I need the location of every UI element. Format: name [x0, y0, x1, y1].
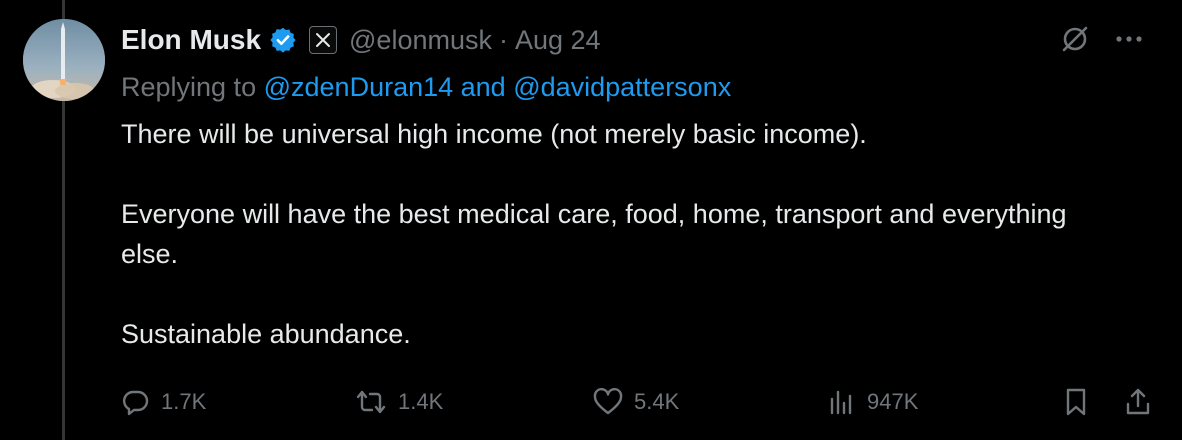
reply-icon [122, 390, 149, 416]
replying-to-label: Replying to [121, 72, 257, 102]
x-logo-icon[interactable] [309, 26, 338, 54]
repost-button[interactable]: 1.4K [354, 380, 443, 424]
like-button[interactable]: 5.4K [592, 380, 679, 424]
replying-to: Replying to @zdenDuran14 and @davidpatte… [121, 72, 731, 103]
author-handle[interactable]: @elonmusk [349, 25, 492, 56]
repost-count: 1.4K [398, 389, 444, 414]
avatar[interactable] [23, 19, 105, 101]
heart-icon [593, 387, 623, 415]
tweet-paragraph: Sustainable abundance. [121, 319, 411, 349]
bookmark-icon [1066, 388, 1086, 416]
views-count: 947K [867, 389, 919, 414]
tweet-paragraph: Everyone will have the best medical care… [121, 199, 1067, 269]
tweet-actions: 1.7K 1.4K 5.4K 947K [121, 380, 1161, 424]
tweet-text: There will be universal high income (not… [121, 114, 1121, 354]
share-button[interactable] [1123, 380, 1153, 424]
reply-mentions[interactable]: @zdenDuran14 and @davidpattersonx [264, 72, 732, 102]
views-button[interactable]: 947K [827, 380, 918, 424]
grok-icon[interactable] [1058, 22, 1092, 56]
author-name[interactable]: Elon Musk [121, 24, 261, 56]
repost-icon [356, 390, 386, 414]
avatar-image [23, 19, 105, 101]
tweet-header: Elon Musk @elonmusk · Aug 24 [121, 20, 601, 60]
views-icon [830, 390, 852, 415]
tweet-top-actions [1058, 22, 1144, 56]
tweet-date[interactable]: Aug 24 [515, 25, 601, 56]
like-count: 5.4K [634, 389, 680, 414]
tweet-paragraph: There will be universal high income (not… [121, 119, 867, 149]
separator-dot: · [498, 24, 508, 55]
reply-button[interactable]: 1.7K [121, 380, 206, 424]
more-icon[interactable] [1114, 34, 1144, 44]
reply-count: 1.7K [161, 389, 207, 414]
bookmark-button[interactable] [1061, 380, 1091, 424]
verified-badge-icon [269, 26, 297, 54]
share-icon [1126, 388, 1150, 415]
